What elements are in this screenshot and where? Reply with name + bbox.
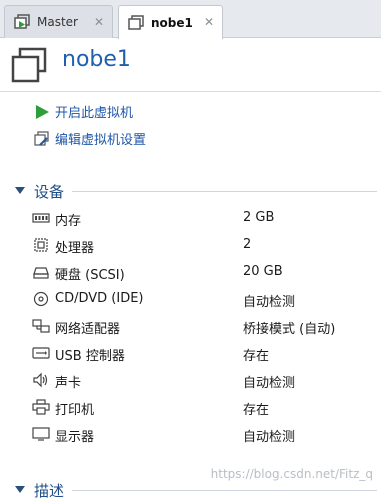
- devices-section-label: 设备: [34, 183, 65, 201]
- device-row-network-adapter[interactable]: 网络适配器 桥接模式 (自动): [32, 316, 372, 338]
- device-value: 2: [243, 237, 252, 252]
- close-icon[interactable]: ✕: [94, 15, 104, 29]
- printer-icon: [32, 399, 50, 415]
- description-section-label: 描述: [34, 482, 65, 499]
- device-row-usb[interactable]: USB 控制器 存在: [32, 343, 372, 365]
- device-row-printer[interactable]: 打印机 存在: [32, 397, 372, 419]
- device-name: 内存: [55, 214, 82, 229]
- tab-label: nobe1: [151, 15, 193, 30]
- usb-icon: [32, 347, 50, 359]
- watermark: https://blog.csdn.net/Fitz_q: [210, 467, 373, 481]
- device-row-display[interactable]: 显示器 自动检测: [32, 424, 372, 446]
- device-name: 处理器: [55, 241, 95, 256]
- device-value: 20 GB: [243, 264, 283, 279]
- close-icon[interactable]: ✕: [204, 15, 214, 29]
- device-row-cpu[interactable]: 处理器 2: [32, 235, 372, 257]
- chevron-down-icon: [15, 187, 25, 194]
- device-row-sound-card[interactable]: 声卡 自动检测: [32, 370, 372, 392]
- device-value: 自动检测: [243, 376, 296, 391]
- device-value: 自动检测: [243, 430, 296, 445]
- chevron-down-icon: [15, 486, 25, 493]
- play-icon: [36, 104, 49, 119]
- edit-settings-link[interactable]: 编辑虚拟机设置: [34, 129, 146, 148]
- vm-running-icon: [14, 14, 30, 29]
- section-divider: [72, 191, 377, 192]
- description-section-header[interactable]: 描述: [0, 480, 381, 499]
- network-adapter-icon: [32, 319, 50, 333]
- device-value: 存在: [243, 349, 270, 364]
- edit-settings-icon: [34, 130, 49, 146]
- vm-icon: [128, 14, 144, 30]
- device-name: USB 控制器: [55, 349, 125, 364]
- device-name: 打印机: [55, 403, 95, 418]
- vm-large-icon: [11, 47, 47, 83]
- device-value: 存在: [243, 403, 270, 418]
- vm-title: nobe1: [62, 47, 131, 72]
- device-value: 2 GB: [243, 210, 275, 225]
- tab-nobe1[interactable]: nobe1 ✕: [118, 5, 223, 39]
- cpu-icon: [34, 238, 48, 252]
- cd-dvd-icon: [33, 291, 49, 307]
- devices-section-header[interactable]: 设备: [0, 181, 381, 201]
- hard-disk-icon: [33, 267, 49, 279]
- power-on-label: 开启此虚拟机: [55, 106, 134, 121]
- device-name: 声卡: [55, 376, 82, 391]
- power-on-link[interactable]: 开启此虚拟机: [34, 102, 133, 121]
- device-name: CD/DVD (IDE): [55, 291, 144, 306]
- device-row-memory[interactable]: 内存 2 GB: [32, 208, 372, 230]
- device-value: 桥接模式 (自动): [243, 322, 336, 337]
- device-row-hard-disk[interactable]: 硬盘 (SCSI) 20 GB: [32, 262, 372, 284]
- tab-bar: Master ✕ nobe1 ✕: [0, 0, 381, 39]
- device-name: 网络适配器: [55, 322, 121, 337]
- section-divider: [72, 490, 377, 491]
- memory-icon: [32, 213, 50, 223]
- edit-settings-label: 编辑虚拟机设置: [55, 133, 147, 148]
- tab-master[interactable]: Master ✕: [4, 5, 113, 38]
- device-name: 显示器: [55, 430, 95, 445]
- device-value: 自动检测: [243, 295, 296, 310]
- device-name: 硬盘 (SCSI): [55, 268, 125, 283]
- display-icon: [32, 427, 50, 441]
- device-row-cd-dvd[interactable]: CD/DVD (IDE) 自动检测: [32, 289, 372, 311]
- tab-label: Master: [37, 15, 78, 29]
- header-divider: [0, 91, 381, 92]
- sound-card-icon: [33, 372, 48, 388]
